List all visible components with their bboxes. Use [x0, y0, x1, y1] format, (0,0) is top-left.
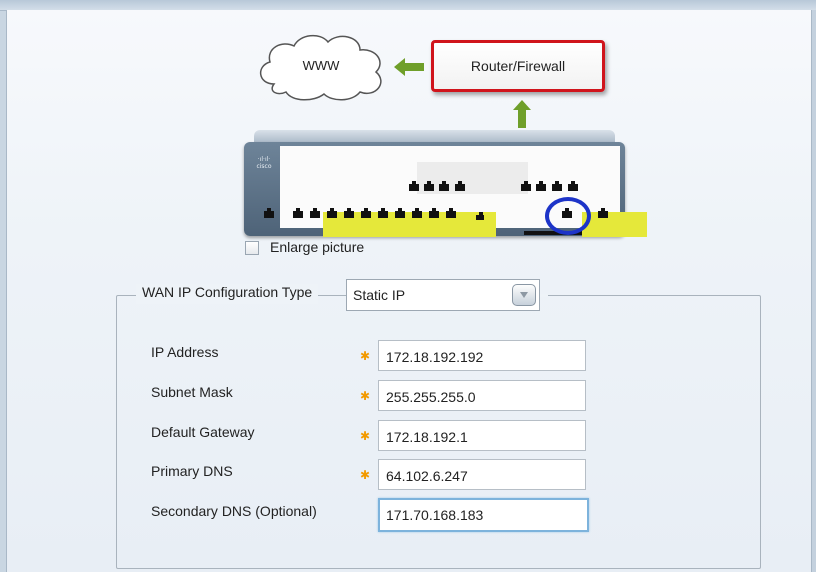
device-port	[378, 208, 388, 218]
default-gateway-label: Default Gateway	[151, 424, 255, 440]
ip-address-label: IP Address	[151, 344, 219, 360]
device-port	[361, 208, 371, 218]
enlarge-picture-label[interactable]: Enlarge picture	[270, 239, 364, 255]
device-port	[476, 212, 484, 220]
device-port	[412, 208, 422, 218]
device-port	[536, 181, 546, 191]
device-port	[446, 208, 456, 218]
enlarge-picture-checkbox[interactable]	[245, 241, 259, 255]
device-port	[293, 208, 303, 218]
secondary-dns-input[interactable]: 171.70.168.183	[378, 498, 589, 532]
wan-port-highlight	[545, 197, 591, 235]
device-port	[521, 181, 531, 191]
wan-config-type-label: WAN IP Configuration Type	[136, 284, 319, 304]
required-star-icon: ✱	[359, 468, 371, 482]
subnet-mask-label: Subnet Mask	[151, 384, 233, 400]
device-port	[395, 208, 405, 218]
primary-dns-input[interactable]: 64.102.6.247	[378, 459, 586, 490]
arrow-icon	[513, 100, 531, 128]
device-port	[455, 181, 465, 191]
legend-gap	[540, 294, 548, 297]
chevron-down-icon	[520, 292, 528, 298]
device-port	[439, 181, 449, 191]
cloud-label: WWW	[302, 58, 340, 73]
router-label: Router/Firewall	[470, 58, 566, 74]
device-port	[264, 208, 274, 218]
device-port	[598, 208, 608, 218]
cisco-logo: ·ıl·ıl· cisco	[256, 156, 272, 170]
device-port	[344, 208, 354, 218]
device-port	[568, 181, 578, 191]
scrollbar-track[interactable]	[812, 10, 816, 572]
device-port	[409, 181, 419, 191]
default-gateway-input[interactable]: 172.18.192.1	[378, 420, 586, 451]
wan-ports-strip	[582, 212, 647, 237]
device-port	[424, 181, 434, 191]
dropdown-button[interactable]	[512, 284, 536, 306]
device-port	[552, 181, 562, 191]
wan-config-type-value[interactable]: Static IP	[353, 287, 405, 303]
primary-dns-label: Primary DNS	[151, 463, 233, 479]
arrow-icon	[394, 58, 424, 76]
router-firewall-box: Router/Firewall	[431, 40, 605, 92]
device-port	[327, 208, 337, 218]
subnet-mask-input[interactable]: 255.255.255.0	[378, 380, 586, 411]
secondary-dns-label: Secondary DNS (Optional)	[151, 503, 317, 519]
ip-address-input[interactable]: 172.18.192.192	[378, 340, 586, 371]
required-star-icon: ✱	[359, 349, 371, 363]
device-port	[429, 208, 439, 218]
device-port	[310, 208, 320, 218]
required-star-icon: ✱	[359, 389, 371, 403]
required-star-icon: ✱	[359, 429, 371, 443]
